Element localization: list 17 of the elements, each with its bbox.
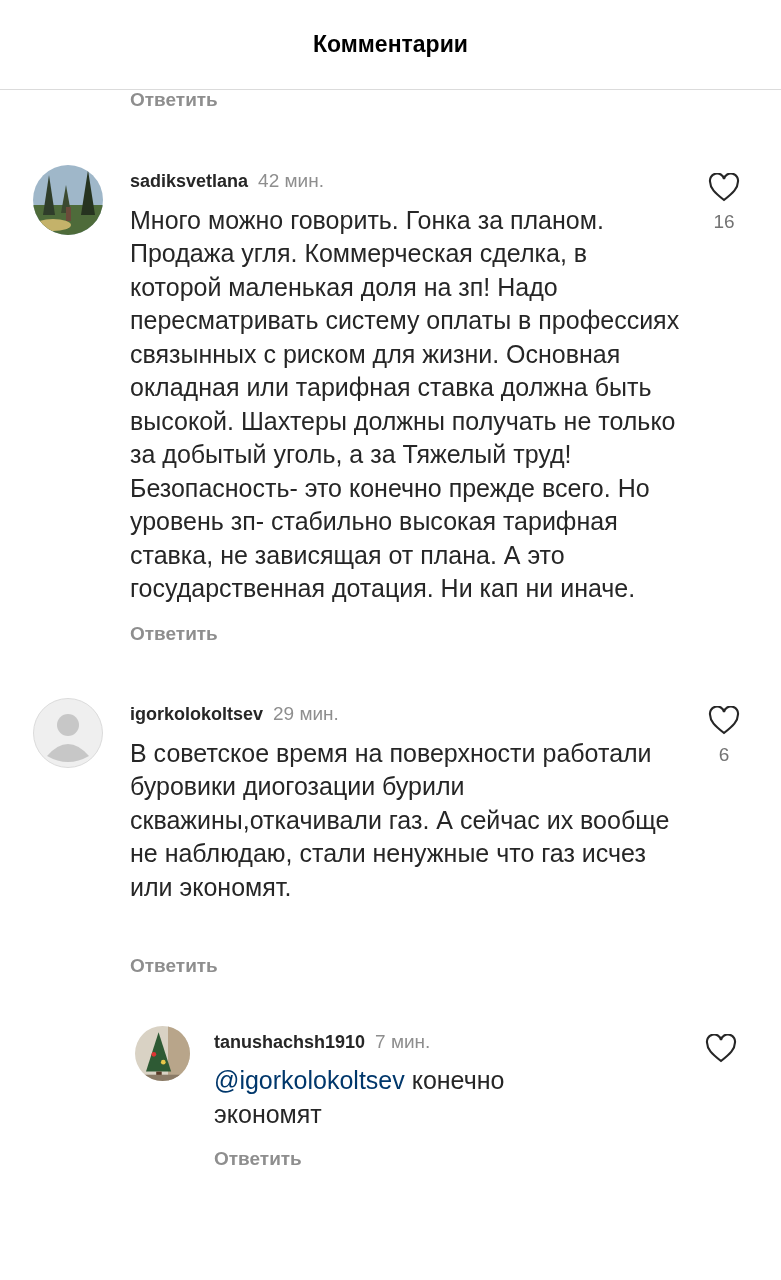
username[interactable]: igorkolokoltsev: [130, 701, 264, 728]
avatar-icon: [33, 698, 103, 768]
like-count: 6: [718, 743, 730, 767]
comment-text: В советское время на поверхности работали буровики диогозации бурили скважины,откачивали газ. А сейчас их вообще не наблюдаю, стали ненужные что газ исчез или экономят.: [130, 737, 671, 903]
mention-link[interactable]: @igorkolokoltsev: [214, 1066, 405, 1094]
heart-icon[interactable]: [708, 706, 740, 735]
heart-icon[interactable]: [705, 1033, 737, 1063]
heart-icon[interactable]: [708, 173, 740, 202]
like-count: 16: [713, 210, 735, 234]
username[interactable]: sadiksvetlana: [130, 168, 249, 195]
comment-text: Много можно говорить. Гонка за планом. Продажа угля. Коммерческая сделка, в которой маленькая доля на зп! Надо пересматривать систему оплаты в профессиях связынных с риском для жизни. Основная окладная или тарифная ставка должна быть высокой. Шахтеры должны получать не только за добытый уголь, а за Тяжелый труд! Безопасность- это конечно прежде всего. Но уровень зп- стабильно высокая тарифная ставка, не зависящая от плана. А это государственная дотация. Ни кап ни иначе.: [130, 204, 680, 604]
comment-text: @igorkolokoltsev конечно экономят: [214, 1065, 506, 1130]
comment-time: 7 мин.: [375, 1029, 431, 1054]
comment-time: 29 мин.: [273, 702, 339, 726]
username[interactable]: tanushachsh1910: [214, 1028, 366, 1056]
comment-time: 42 мин.: [258, 169, 324, 193]
page-title: Комментарии: [313, 30, 468, 60]
